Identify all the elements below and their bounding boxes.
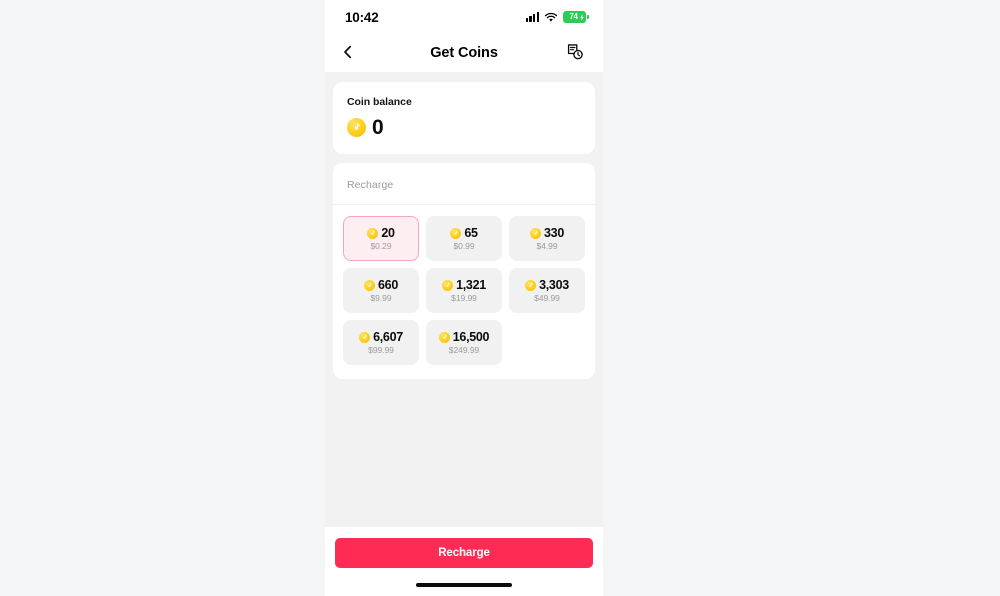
recharge-option-price: $0.99: [453, 240, 475, 251]
tiktok-coin-icon: [442, 279, 454, 291]
wifi-icon: [544, 12, 558, 23]
recharge-option-660[interactable]: 660 $9.99: [343, 268, 419, 313]
recharge-option-price: $49.99: [534, 292, 560, 303]
bottom-action-bar: Recharge: [325, 527, 603, 596]
recharge-option-330[interactable]: 330 $4.99: [509, 216, 585, 261]
recharge-option-20[interactable]: 20 $0.29: [343, 216, 419, 261]
coin-balance-label: Coin balance: [347, 96, 412, 108]
recharge-section-label: Recharge: [347, 179, 394, 191]
status-bar-time: 10:42: [345, 9, 379, 25]
recharge-option-price: $0.29: [370, 240, 392, 251]
tiktok-coin-icon: [525, 279, 537, 291]
recharge-section-header: Recharge: [333, 163, 595, 205]
tiktok-coin-icon: [367, 227, 379, 239]
home-indicator: [416, 583, 512, 587]
tiktok-coin-icon: [450, 227, 462, 239]
phone-screen: 10:42 74 Get Coins Coin balance 0 Rechar…: [325, 0, 603, 596]
coin-balance-card: Coin balance 0: [333, 82, 595, 154]
recharge-option-16500[interactable]: 16,500 $249.99: [426, 320, 502, 365]
cellular-signal-icon: [525, 12, 539, 22]
back-button[interactable]: [341, 40, 367, 66]
recharge-option-amount: 1,321: [456, 278, 486, 292]
tiktok-coin-icon: [530, 227, 542, 239]
recharge-option-price: $99.99: [368, 344, 394, 355]
nav-header: Get Coins: [325, 34, 603, 72]
recharge-options-grid: 20 $0.29 65 $0.99 330 $4.99 660 $9.99 1,321 $19.9…: [333, 205, 595, 379]
recharge-button[interactable]: Recharge: [335, 538, 593, 568]
recharge-option-amount: 3,303: [539, 278, 569, 292]
chevron-left-icon: [341, 45, 355, 62]
recharge-option-coins: 6,607: [359, 331, 403, 344]
recharge-option-amount: 6,607: [373, 330, 403, 344]
status-bar-indicators: 74: [525, 11, 589, 23]
recharge-option-3303[interactable]: 3,303 $49.99: [509, 268, 585, 313]
recharge-option-price: $9.99: [370, 292, 392, 303]
recharge-option-price: $249.99: [448, 344, 480, 355]
recharge-option-6607[interactable]: 6,607 $99.99: [343, 320, 419, 365]
recharge-option-65[interactable]: 65 $0.99: [426, 216, 502, 261]
status-bar: 10:42 74: [325, 0, 603, 34]
recharge-option-coins: 16,500: [438, 330, 490, 344]
coin-balance-value: 0: [372, 116, 384, 139]
recharge-option-coins: 1,321: [442, 279, 486, 292]
transaction-history-button[interactable]: [563, 41, 587, 65]
recharge-option-amount: 16,500: [452, 330, 490, 344]
recharge-option-coins: 330: [530, 227, 564, 240]
tiktok-coin-icon: [364, 279, 376, 291]
recharge-option-coins: 3,303: [525, 279, 569, 292]
recharge-option-amount: 65: [464, 226, 478, 240]
recharge-option-amount: 660: [378, 278, 398, 292]
recharge-option-amount: 330: [544, 226, 564, 240]
recharge-option-price: $19.99: [451, 292, 477, 303]
battery-charging-icon: 74: [563, 11, 589, 23]
page-content: Coin balance 0 Recharge 20 $0.29 65 $0.99 33…: [325, 72, 603, 527]
recharge-option-coins: 660: [364, 279, 398, 292]
recharge-card: Recharge 20 $0.29 65 $0.99 330 $4.99 660 $9.99 1…: [333, 163, 595, 379]
transaction-history-icon: [566, 43, 584, 64]
recharge-option-coins: 65: [450, 226, 478, 240]
tiktok-coin-icon: [347, 118, 366, 137]
coin-balance-row: 0: [347, 117, 581, 138]
tiktok-coin-icon: [359, 331, 371, 343]
battery-level-text: 74: [569, 12, 578, 21]
recharge-option-1321[interactable]: 1,321 $19.99: [426, 268, 502, 313]
tiktok-coin-icon: [438, 331, 450, 343]
recharge-option-amount: 20: [381, 226, 395, 240]
recharge-option-coins: 20: [367, 226, 395, 240]
recharge-option-price: $4.99: [536, 240, 558, 251]
